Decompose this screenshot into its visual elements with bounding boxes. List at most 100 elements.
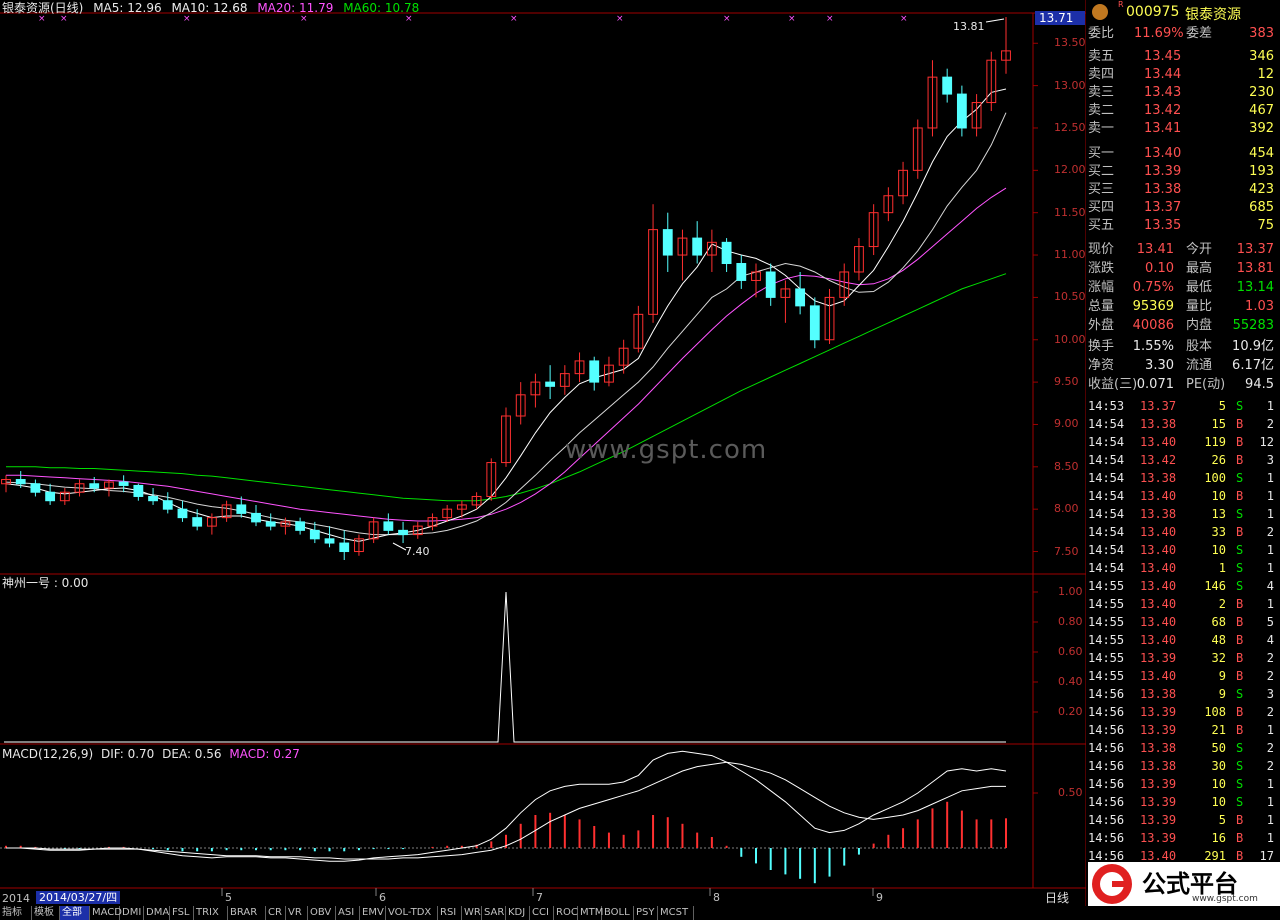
tick-row[interactable]: 14:54 13.40 33 B 2 — [1088, 523, 1278, 541]
month-label: 5 — [225, 891, 232, 904]
tick-row[interactable]: 14:53 13.37 5 S 1 — [1088, 397, 1278, 415]
event-marker: × — [510, 14, 518, 24]
event-marker: × — [405, 14, 413, 24]
indicator-tab[interactable]: KDJ — [506, 906, 530, 920]
price-axis-label: 7.50 — [1054, 544, 1079, 558]
indicator-tab[interactable]: FSL — [170, 906, 194, 920]
macd-dea: DEA: 0.56 — [162, 747, 222, 761]
indicator-tab[interactable]: 全部 — [60, 906, 90, 920]
indicator-tab[interactable]: SAR — [482, 906, 506, 920]
ma10-label: MA10: 12.68 — [171, 1, 248, 15]
tick-row[interactable]: 14:54 13.38 15 B 2 — [1088, 415, 1278, 433]
month-label: 8 — [713, 891, 720, 904]
macd-value: MACD: 0.27 — [229, 747, 300, 761]
buy-order-row[interactable]: 买三 13.38 423 — [1088, 181, 1278, 199]
buy-order-row[interactable]: 买一 13.40 454 — [1088, 145, 1278, 163]
indicator-tab[interactable]: BOLL — [602, 906, 634, 920]
ind-axis-label: 0.80 — [1058, 615, 1083, 628]
indicator-tab[interactable]: BRAR — [228, 906, 266, 920]
tick-row[interactable]: 14:56 13.39 16 B 1 — [1088, 829, 1278, 847]
event-marker: × — [60, 14, 68, 24]
ma20-label: MA20: 11.79 — [257, 1, 334, 15]
sell-order-row[interactable]: 卖三 13.43 230 — [1088, 84, 1278, 102]
price-axis-label: 9.50 — [1054, 375, 1079, 389]
tick-row[interactable]: 14:54 13.42 26 B 3 — [1088, 451, 1278, 469]
ma5-line — [5, 88, 1007, 542]
tick-row[interactable]: 14:54 13.40 10 S 1 — [1088, 541, 1278, 559]
tick-row[interactable]: 14:54 13.40 119 B 12 — [1088, 433, 1278, 451]
indicator-tab[interactable]: ASI — [336, 906, 360, 920]
price-axis-label: 12.50 — [1054, 120, 1086, 134]
candle-body — [589, 360, 600, 383]
buy-order-row[interactable]: 买四 13.37 685 — [1088, 199, 1278, 217]
candle-body — [398, 529, 408, 536]
tick-row[interactable]: 14:56 13.38 50 S 2 — [1088, 739, 1278, 757]
ind-axis-label: 0.40 — [1058, 675, 1083, 688]
buy-order-row[interactable]: 买五 13.35 75 — [1088, 217, 1278, 235]
indicator-tab[interactable]: VOL-TDX — [386, 906, 438, 920]
tick-row[interactable]: 14:55 13.40 48 B 4 — [1088, 631, 1278, 649]
tick-row[interactable]: 14:54 13.40 1 S 1 — [1088, 559, 1278, 577]
sell-order-row[interactable]: 卖二 13.42 467 — [1088, 102, 1278, 120]
tick-row[interactable]: 14:55 13.40 2 B 1 — [1088, 595, 1278, 613]
candle-body — [339, 542, 350, 553]
indicator-tab[interactable]: ROC — [554, 906, 578, 920]
candle-body — [795, 288, 806, 307]
indicator-tab[interactable]: 指标 — [0, 906, 32, 920]
tick-row[interactable]: 14:55 13.40 146 S 4 — [1088, 577, 1278, 595]
sell-order-row[interactable]: 卖一 13.41 392 — [1088, 120, 1278, 138]
indicator-tab[interactable]: VR — [286, 906, 308, 920]
candle-body — [295, 521, 306, 531]
indicator-tab[interactable]: DMA — [144, 906, 170, 920]
candle-body — [942, 76, 953, 95]
sell-order-row[interactable]: 卖五 13.45 346 — [1088, 48, 1278, 66]
tick-row[interactable]: 14:55 13.40 9 B 2 — [1088, 667, 1278, 685]
indicator-tab[interactable]: DMI — [120, 906, 144, 920]
macd-dif: DIF: 0.70 — [100, 747, 155, 761]
candle-body — [89, 483, 100, 489]
indicator-tab[interactable]: RSI — [438, 906, 462, 920]
indicator-tab[interactable]: MCST — [658, 906, 694, 920]
tick-row[interactable]: 14:54 13.38 100 S 1 — [1088, 469, 1278, 487]
period-label[interactable]: 日线 — [1045, 891, 1069, 905]
ind-axis-label: 0.60 — [1058, 645, 1083, 658]
indicator-tab[interactable]: 模板 — [32, 906, 60, 920]
event-marker: × — [38, 14, 46, 24]
tick-row[interactable]: 14:56 13.39 21 B 1 — [1088, 721, 1278, 739]
event-marker: × — [300, 14, 308, 24]
candle-body — [192, 517, 203, 527]
ma20-line — [6, 187, 1007, 522]
tick-row[interactable]: 14:56 13.39 5 B 1 — [1088, 811, 1278, 829]
indicator-tab[interactable]: EMV — [360, 906, 386, 920]
indicator-tab[interactable]: MTM — [578, 906, 603, 920]
price-axis-label: 11.00 — [1054, 248, 1086, 262]
sell-order-row[interactable]: 卖四 13.44 12 — [1088, 66, 1278, 84]
macd-name: MACD(12,26,9) — [2, 747, 94, 761]
indicator-tab[interactable]: MACD — [90, 906, 122, 920]
tick-row[interactable]: 14:56 13.38 30 S 2 — [1088, 757, 1278, 775]
stock-period-label: 银泰资源(日线) — [2, 1, 84, 15]
indicator-tab[interactable]: CR — [266, 906, 286, 920]
tick-row[interactable]: 14:56 13.39 10 S 1 — [1088, 793, 1278, 811]
indicator-tab[interactable]: WR — [462, 906, 482, 920]
tick-row[interactable]: 14:56 13.39 10 S 1 — [1088, 775, 1278, 793]
indicator-tab[interactable]: CCI — [530, 906, 554, 920]
candle-body — [177, 508, 188, 519]
chart-svg[interactable]: × × × × × × × × × × × — [0, 0, 1086, 906]
tick-row[interactable]: 14:55 13.40 68 B 5 — [1088, 613, 1278, 631]
tick-row[interactable]: 14:56 13.38 9 S 3 — [1088, 685, 1278, 703]
ma5-label: MA5: 12.96 — [93, 1, 162, 15]
candle-body — [809, 305, 820, 341]
tick-row[interactable]: 14:54 13.38 13 S 1 — [1088, 505, 1278, 523]
tick-row[interactable]: 14:56 13.39 108 B 2 — [1088, 703, 1278, 721]
buy-order-row[interactable]: 买二 13.39 193 — [1088, 163, 1278, 181]
candle-body — [765, 271, 776, 298]
indicator-tab[interactable]: TRIX — [194, 906, 228, 920]
candle-body — [45, 491, 56, 502]
candle-body — [30, 483, 41, 493]
indicator-tab[interactable]: OBV — [308, 906, 336, 920]
tick-row[interactable]: 14:54 13.40 10 B 1 — [1088, 487, 1278, 505]
indicator-tab[interactable]: PSY — [634, 906, 658, 920]
tick-row[interactable]: 14:55 13.39 32 B 2 — [1088, 649, 1278, 667]
candle-body — [692, 237, 703, 256]
